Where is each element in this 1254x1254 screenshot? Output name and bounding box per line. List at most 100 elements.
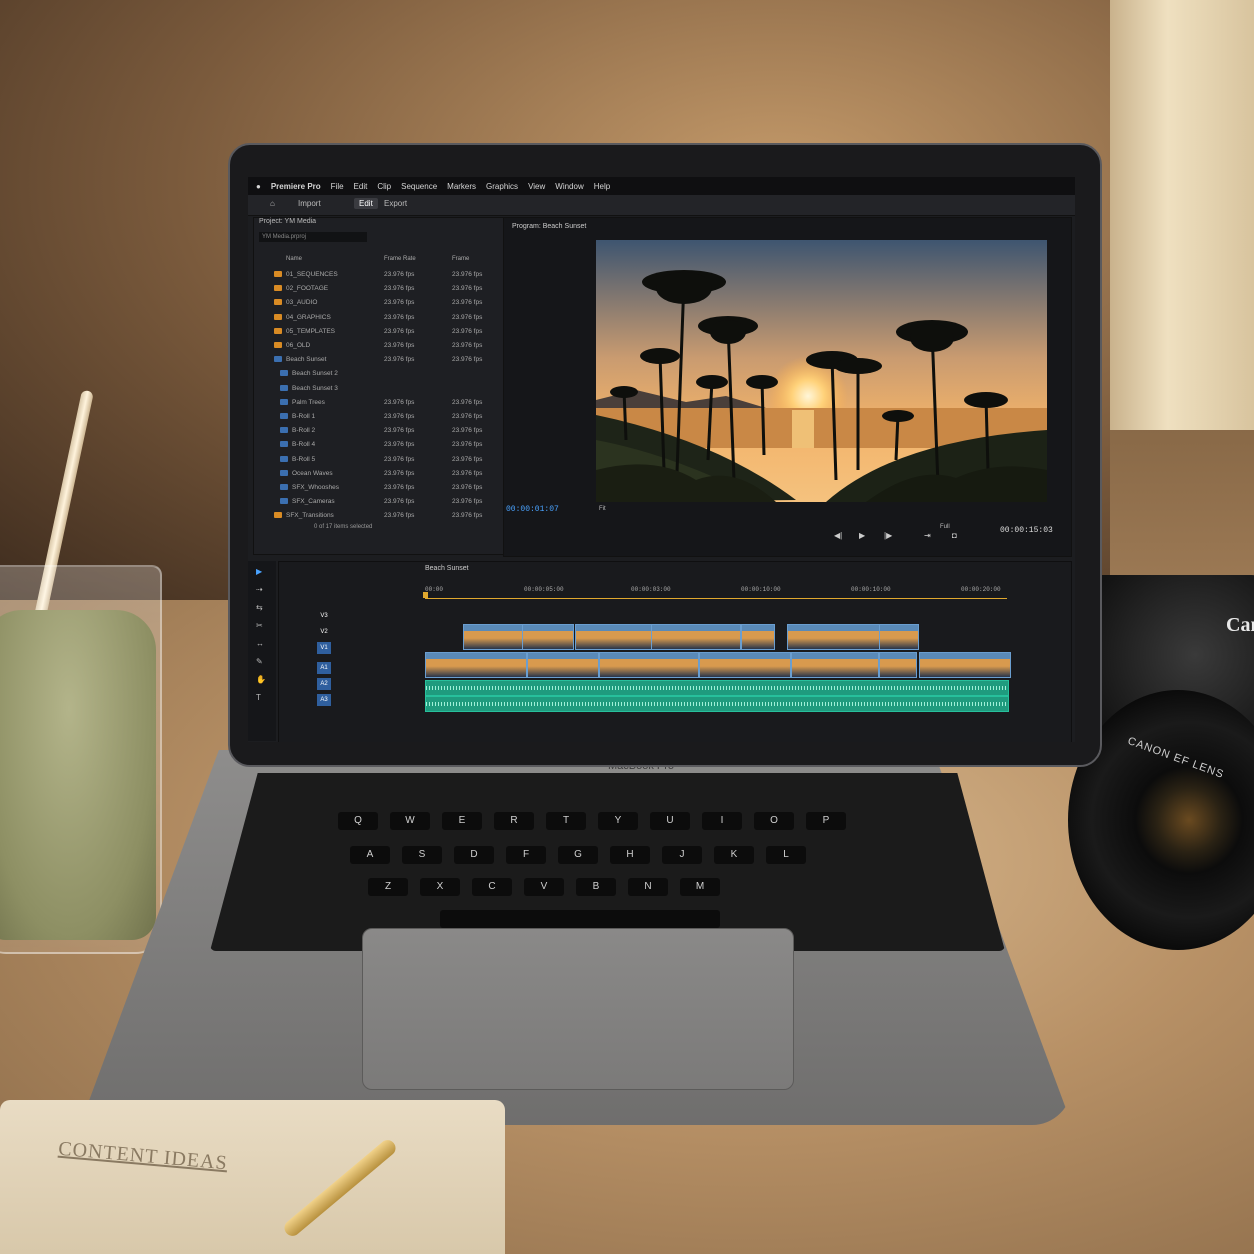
track-select-icon[interactable]: ⇢ — [256, 585, 266, 595]
project-item[interactable]: Beach Sunset 3 — [254, 382, 502, 396]
video-clip[interactable] — [651, 624, 741, 650]
audio-track-label[interactable]: A3 — [317, 694, 331, 706]
sequence-tab[interactable]: Beach Sunset — [425, 565, 469, 572]
clip-icon — [280, 469, 288, 476]
home-icon[interactable]: ⌂ — [270, 199, 275, 208]
project-item-name: 06_OLD — [286, 342, 311, 349]
video-clip[interactable] — [527, 652, 599, 678]
tab-edit[interactable]: Edit — [354, 198, 378, 209]
project-item[interactable]: B-Roll 5 23.976 fps 23.976 fps — [254, 453, 502, 467]
project-item[interactable]: 03_AUDIO 23.976 fps 23.976 fps — [254, 296, 502, 310]
video-clip[interactable] — [919, 652, 1011, 678]
project-item[interactable]: 05_TEMPLATES 23.976 fps 23.976 fps — [254, 325, 502, 339]
razor-icon[interactable]: ✂ — [256, 621, 266, 631]
camera-export-icon[interactable]: ◘ — [952, 531, 972, 540]
pen-icon[interactable]: ✎ — [256, 657, 266, 667]
zoom-select[interactable]: Fit — [599, 506, 606, 512]
video-clip[interactable] — [425, 652, 527, 678]
video-clip[interactable] — [879, 624, 919, 650]
playhead-timecode[interactable]: 00:00:01:07 — [506, 505, 559, 514]
project-panel: Project: YM Media YM Media.prproj Name F… — [253, 217, 505, 555]
project-item[interactable]: SFX_Transitions 23.976 fps 23.976 fps — [254, 509, 502, 523]
audio-track-label[interactable]: A1 — [317, 662, 331, 674]
audio-track-label[interactable]: A2 — [317, 678, 331, 690]
project-item[interactable]: Palm Trees 23.976 fps 23.976 fps — [254, 396, 502, 410]
project-item[interactable]: SFX_Whooshes 23.976 fps 23.976 fps — [254, 481, 502, 495]
menu-window[interactable]: Window — [555, 182, 583, 191]
project-item[interactable]: B-Roll 4 23.976 fps 23.976 fps — [254, 438, 502, 452]
column-header-name[interactable]: Name — [286, 256, 302, 262]
video-clip[interactable] — [741, 624, 775, 650]
step-forward-button[interactable]: |▶ — [884, 531, 904, 540]
work-area-bar[interactable] — [425, 598, 1007, 599]
menu-clip[interactable]: Clip — [377, 182, 391, 191]
selection-tool-icon[interactable]: ▶ — [256, 567, 266, 577]
hand-icon[interactable]: ✋ — [256, 675, 266, 685]
project-item-frame-rate: 23.976 fps — [384, 313, 415, 321]
project-item-frame: 23.976 fps — [452, 398, 483, 406]
project-item-frame: 23.976 fps — [452, 469, 483, 477]
menu-view[interactable]: View — [528, 182, 545, 191]
project-item-name: 03_AUDIO — [286, 299, 318, 307]
video-clip[interactable] — [522, 624, 574, 650]
menu-file[interactable]: File — [331, 182, 344, 191]
project-item[interactable]: Ocean Waves 23.976 fps 23.976 fps — [254, 467, 502, 481]
keyboard-key: R — [494, 812, 534, 830]
resolution-select[interactable]: Full — [940, 524, 950, 530]
project-item[interactable]: 06_OLD 23.976 fps 23.976 fps — [254, 339, 502, 353]
tab-import[interactable]: Import — [298, 199, 321, 208]
project-search-input[interactable]: YM Media.prproj — [259, 232, 367, 242]
column-header-frame[interactable]: Frame — [452, 256, 469, 262]
step-back-button[interactable]: ◀| — [834, 531, 854, 540]
video-clip[interactable] — [879, 652, 917, 678]
tools-panel: ▶ ⇢ ⇆ ✂ ↔ ✎ ✋ T — [248, 561, 276, 741]
menu-sequence[interactable]: Sequence — [401, 182, 437, 191]
project-item[interactable]: SFX_Cameras 23.976 fps 23.976 fps — [254, 495, 502, 509]
type-icon[interactable]: T — [256, 693, 266, 703]
project-item[interactable]: 04_GRAPHICS 23.976 fps 23.976 fps — [254, 311, 502, 325]
project-item-frame: 23.976 fps — [452, 356, 483, 364]
project-item-frame-rate: 23.976 fps — [384, 327, 415, 335]
project-item-name: Beach Sunset 3 — [292, 384, 338, 392]
project-item[interactable]: Beach Sunset 23.976 fps 23.976 fps — [254, 353, 502, 367]
keyboard-key: T — [546, 812, 586, 830]
column-header-frame-rate[interactable]: Frame Rate — [384, 256, 416, 262]
play-button[interactable]: ▶ — [859, 531, 879, 540]
project-item-frame-rate: 23.976 fps — [384, 512, 415, 520]
keyboard-key: I — [702, 812, 742, 830]
ripple-edit-icon[interactable]: ⇆ — [256, 603, 266, 613]
menu-markers[interactable]: Markers — [447, 182, 476, 191]
apple-icon[interactable]: ● — [256, 182, 261, 191]
video-clip[interactable] — [791, 652, 879, 678]
project-item[interactable]: Beach Sunset 2 — [254, 367, 502, 381]
project-item[interactable]: 02_FOOTAGE 23.976 fps 23.976 fps — [254, 282, 502, 296]
project-item-frame: 23.976 fps — [452, 285, 483, 293]
project-item-frame: 23.976 fps — [452, 512, 483, 520]
project-item-frame: 23.976 fps — [452, 441, 483, 449]
keyboard-key: M — [680, 878, 720, 896]
audio-clip[interactable] — [425, 680, 1009, 696]
audio-clip[interactable] — [425, 696, 1009, 712]
video-clip[interactable] — [599, 652, 699, 678]
folder-icon — [274, 327, 282, 334]
project-item[interactable]: B-Roll 1 23.976 fps 23.976 fps — [254, 410, 502, 424]
video-clip[interactable] — [699, 652, 791, 678]
video-track-label[interactable]: V3 — [317, 610, 331, 622]
video-track-label[interactable]: V1 — [317, 642, 331, 654]
menu-edit[interactable]: Edit — [354, 182, 368, 191]
video-clip[interactable] — [787, 624, 881, 650]
video-clip[interactable] — [575, 624, 652, 650]
project-item[interactable]: B-Roll 2 23.976 fps 23.976 fps — [254, 424, 502, 438]
keyboard-key: Q — [338, 812, 378, 830]
insert-button[interactable]: ⇥ — [924, 531, 944, 540]
duration-timecode: 00:00:15:03 — [1000, 526, 1053, 535]
slip-icon[interactable]: ↔ — [256, 639, 266, 649]
app-name[interactable]: Premiere Pro — [271, 182, 321, 191]
menu-help[interactable]: Help — [594, 182, 610, 191]
video-clip[interactable] — [463, 624, 523, 650]
trackpad[interactable] — [362, 928, 794, 1090]
tab-export[interactable]: Export — [384, 199, 407, 208]
menu-graphics[interactable]: Graphics — [486, 182, 518, 191]
video-track-label[interactable]: V2 — [317, 626, 331, 638]
project-item[interactable]: 01_SEQUENCES 23.976 fps 23.976 fps — [254, 268, 502, 282]
